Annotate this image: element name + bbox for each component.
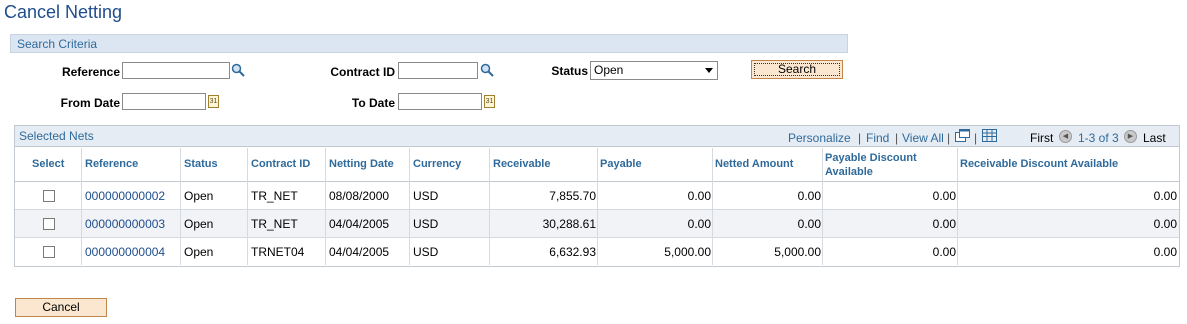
row-payable-discount: 0.00 (932, 217, 956, 231)
to-date-input[interactable] (398, 93, 482, 110)
row-receivable-discount: 0.00 (1153, 217, 1177, 231)
column-header-reference[interactable]: Reference (85, 158, 138, 170)
column-header-netted-amount[interactable]: Netted Amount (715, 158, 793, 170)
search-criteria-header: Search Criteria (10, 34, 848, 53)
column-divider (81, 148, 82, 265)
from-date-input[interactable] (122, 93, 206, 110)
row-netted-amount: 5,000.00 (774, 245, 821, 259)
column-header-receivable-discount[interactable]: Receivable Discount Available (960, 158, 1118, 170)
row-select-checkbox[interactable] (43, 190, 55, 202)
find-link[interactable]: Find (866, 131, 889, 145)
nav-separator: | (974, 131, 978, 145)
row-select-checkbox[interactable] (43, 218, 55, 230)
reference-label: Reference (61, 65, 120, 79)
row-receivable: 30,288.61 (542, 217, 596, 231)
row-currency: USD (413, 189, 439, 203)
row-range-label: 1-3 of 3 (1078, 131, 1119, 145)
status-select-value: Open (594, 63, 624, 77)
row-contract-id: TR_NET (251, 217, 298, 231)
row-receivable-discount: 0.00 (1153, 189, 1177, 203)
first-label: First (1030, 131, 1054, 145)
row-payable: 0.00 (687, 189, 711, 203)
row-contract-id: TRNET04 (251, 245, 305, 259)
nav-separator: | (947, 131, 951, 145)
reference-link[interactable]: 000000000002 (85, 189, 165, 203)
column-divider (180, 148, 181, 265)
row-currency: USD (413, 217, 439, 231)
reference-lookup-icon[interactable] (231, 63, 245, 77)
column-header-currency[interactable]: Currency (413, 158, 461, 170)
row-netted-amount: 0.00 (797, 189, 821, 203)
column-header-status[interactable]: Status (184, 158, 218, 170)
column-header-payable[interactable]: Payable (600, 158, 642, 170)
row-receivable: 7,855.70 (549, 189, 596, 203)
row-currency: USD (413, 245, 439, 259)
search-criteria-title: Search Criteria (17, 37, 98, 51)
new-window-icon[interactable] (955, 129, 970, 142)
row-payable: 0.00 (687, 217, 711, 231)
view-all-link[interactable]: View All (902, 131, 944, 145)
chevron-down-icon (705, 68, 713, 73)
from-date-label: From Date (60, 96, 120, 110)
reference-link[interactable]: 000000000003 (85, 217, 165, 231)
row-payable-discount: 0.00 (932, 189, 956, 203)
search-button[interactable]: Search (751, 60, 843, 79)
contract-id-lookup-icon[interactable] (480, 63, 494, 77)
row-netting-date: 04/04/2005 (329, 217, 390, 231)
status-select[interactable]: Open (590, 61, 718, 80)
status-label: Status (551, 64, 588, 78)
column-header-contract-id[interactable]: Contract ID (251, 158, 310, 170)
column-divider (409, 148, 410, 265)
selected-nets-header (14, 125, 1180, 147)
column-divider (247, 148, 248, 265)
row-payable-discount: 0.00 (932, 245, 956, 259)
selected-nets-title: Selected Nets (19, 129, 94, 143)
to-date-label: To Date (351, 96, 395, 110)
row-status: Open (184, 217, 214, 231)
contract-id-label: Contract ID (330, 65, 395, 79)
previous-arrow-icon: ◀ (1059, 130, 1072, 143)
column-header-receivable[interactable]: Receivable (493, 158, 550, 170)
column-header-payable-discount[interactable]: Payable Discount Available (825, 151, 935, 179)
column-divider (325, 148, 326, 265)
row-receivable: 6,632.93 (549, 245, 596, 259)
row-netting-date: 04/04/2005 (329, 245, 390, 259)
row-status: Open (184, 245, 214, 259)
row-status: Open (184, 189, 214, 203)
nav-separator: | (895, 131, 899, 145)
reference-link[interactable]: 000000000004 (85, 245, 165, 259)
calendar-icon[interactable]: 31 (208, 95, 219, 108)
page-title: Cancel Netting (4, 2, 123, 22)
row-receivable-discount: 0.00 (1153, 245, 1177, 259)
row-netting-date: 08/08/2000 (329, 189, 390, 203)
last-label: Last (1143, 131, 1166, 145)
spreadsheet-icon[interactable] (982, 129, 997, 142)
row-netted-amount: 0.00 (797, 217, 821, 231)
row-payable: 5,000.00 (664, 245, 711, 259)
next-arrow-icon: ▶ (1124, 130, 1137, 143)
cancel-button[interactable]: Cancel (15, 298, 107, 317)
row-contract-id: TR_NET (251, 189, 298, 203)
row-select-checkbox[interactable] (43, 246, 55, 258)
nav-separator: | (858, 131, 862, 145)
column-header-select: Select (32, 158, 65, 170)
contract-id-input[interactable] (398, 62, 478, 79)
personalize-link[interactable]: Personalize (788, 131, 851, 145)
reference-input[interactable] (122, 62, 230, 79)
calendar-icon[interactable]: 31 (484, 95, 495, 108)
column-header-netting-date[interactable]: Netting Date (329, 158, 394, 170)
